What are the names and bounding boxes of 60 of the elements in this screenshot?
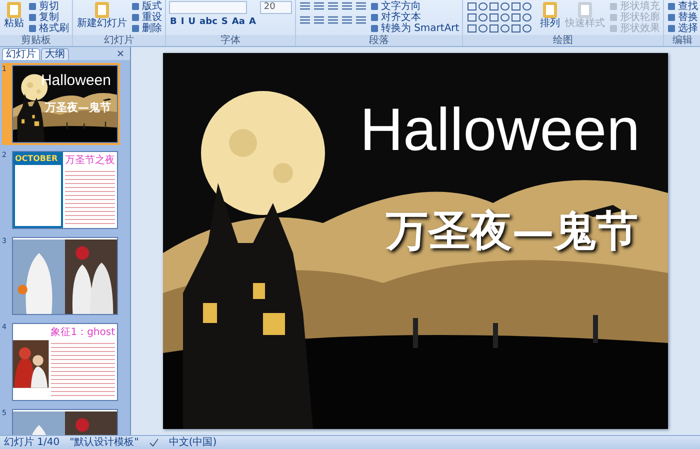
pane-tab[interactable]: 大纲 bbox=[41, 48, 69, 60]
paragraph-icon[interactable] bbox=[354, 1, 367, 11]
group-label: 段落 bbox=[296, 35, 462, 46]
paragraph-icon[interactable] bbox=[298, 15, 311, 25]
ribbon-button[interactable]: 复制 bbox=[28, 12, 69, 23]
ribbon-button[interactable]: 转换为 SmartArt bbox=[370, 23, 460, 34]
font-field[interactable] bbox=[169, 1, 247, 14]
calendar-grid bbox=[15, 165, 61, 226]
ribbon-button[interactable]: 剪切 bbox=[28, 1, 69, 12]
status-text: 中文(中国) bbox=[168, 436, 217, 448]
format-button[interactable]: B bbox=[169, 17, 178, 28]
format-button[interactable]: U bbox=[187, 17, 197, 28]
ribbon-button[interactable]: 新建幻灯片 bbox=[76, 1, 128, 29]
status-text: 幻灯片 1/40 bbox=[4, 436, 60, 448]
group-label: 剪贴板 bbox=[0, 35, 72, 46]
ribbon-button[interactable]: 版式 bbox=[131, 1, 162, 12]
paragraph-icon[interactable] bbox=[298, 1, 311, 11]
close-icon[interactable] bbox=[117, 50, 124, 57]
spellcheck-icon[interactable] bbox=[148, 438, 159, 447]
calendar-heading: OCTOBER bbox=[15, 154, 59, 163]
slide-thumbnail[interactable]: OCTOBER 万圣节之夜 bbox=[12, 151, 118, 229]
text-lines bbox=[50, 340, 115, 397]
slide-thumbnail[interactable]: 象征1：ghost bbox=[12, 323, 118, 401]
ribbon-button[interactable]: 查找 bbox=[667, 1, 698, 12]
thumbnail-subtitle: 万圣夜—鬼节 bbox=[45, 100, 111, 115]
paragraph-icon[interactable] bbox=[326, 1, 339, 11]
ribbon-button[interactable]: 重设 bbox=[131, 12, 162, 23]
paragraph-icon[interactable] bbox=[340, 1, 353, 11]
paragraph-icon[interactable] bbox=[354, 15, 367, 25]
slide-title: Halloween bbox=[360, 95, 640, 165]
pane-tab[interactable]: 幻灯片 bbox=[2, 48, 40, 60]
paragraph-icon[interactable] bbox=[312, 1, 325, 11]
ribbon-button[interactable]: 删除 bbox=[131, 23, 162, 34]
ribbon-button[interactable]: 排列 bbox=[539, 1, 562, 29]
group-label: 幻灯片 bbox=[73, 35, 165, 46]
status-text: "默认设计模板" bbox=[70, 436, 139, 448]
ribbon-button[interactable]: 文字方向 bbox=[370, 1, 460, 12]
group-label: 字体 bbox=[166, 35, 295, 46]
paragraph-icon[interactable] bbox=[312, 15, 325, 25]
ribbon-button[interactable]: 选择 bbox=[667, 23, 698, 34]
ribbon-button[interactable]: 粘贴 bbox=[3, 1, 25, 29]
slide-subtitle: 万圣夜—鬼节 bbox=[386, 205, 638, 257]
ribbon-button[interactable]: 替换 bbox=[667, 12, 698, 23]
thumbnail-title: 万圣节之夜 bbox=[65, 155, 115, 166]
format-button[interactable]: S bbox=[220, 17, 229, 28]
paragraph-icon[interactable] bbox=[340, 15, 353, 25]
group-label: 编辑 bbox=[664, 35, 700, 46]
font-field[interactable]: 20 bbox=[260, 1, 292, 14]
format-button[interactable]: A bbox=[248, 17, 257, 28]
format-button[interactable]: Aa bbox=[230, 17, 246, 28]
tool-icon bbox=[92, 1, 112, 19]
paragraph-icon[interactable] bbox=[326, 15, 339, 25]
format-button[interactable]: I bbox=[180, 17, 186, 28]
ribbon-button[interactable]: 格式刷 bbox=[28, 23, 69, 34]
text-lines bbox=[65, 168, 115, 225]
ribbon-button[interactable]: 对齐文本 bbox=[370, 12, 460, 23]
group-label: 绘图 bbox=[463, 35, 664, 46]
format-button[interactable]: abc bbox=[198, 17, 218, 28]
thumbnail-title: 象征1：ghost bbox=[50, 327, 115, 338]
tool-icon bbox=[4, 1, 24, 19]
